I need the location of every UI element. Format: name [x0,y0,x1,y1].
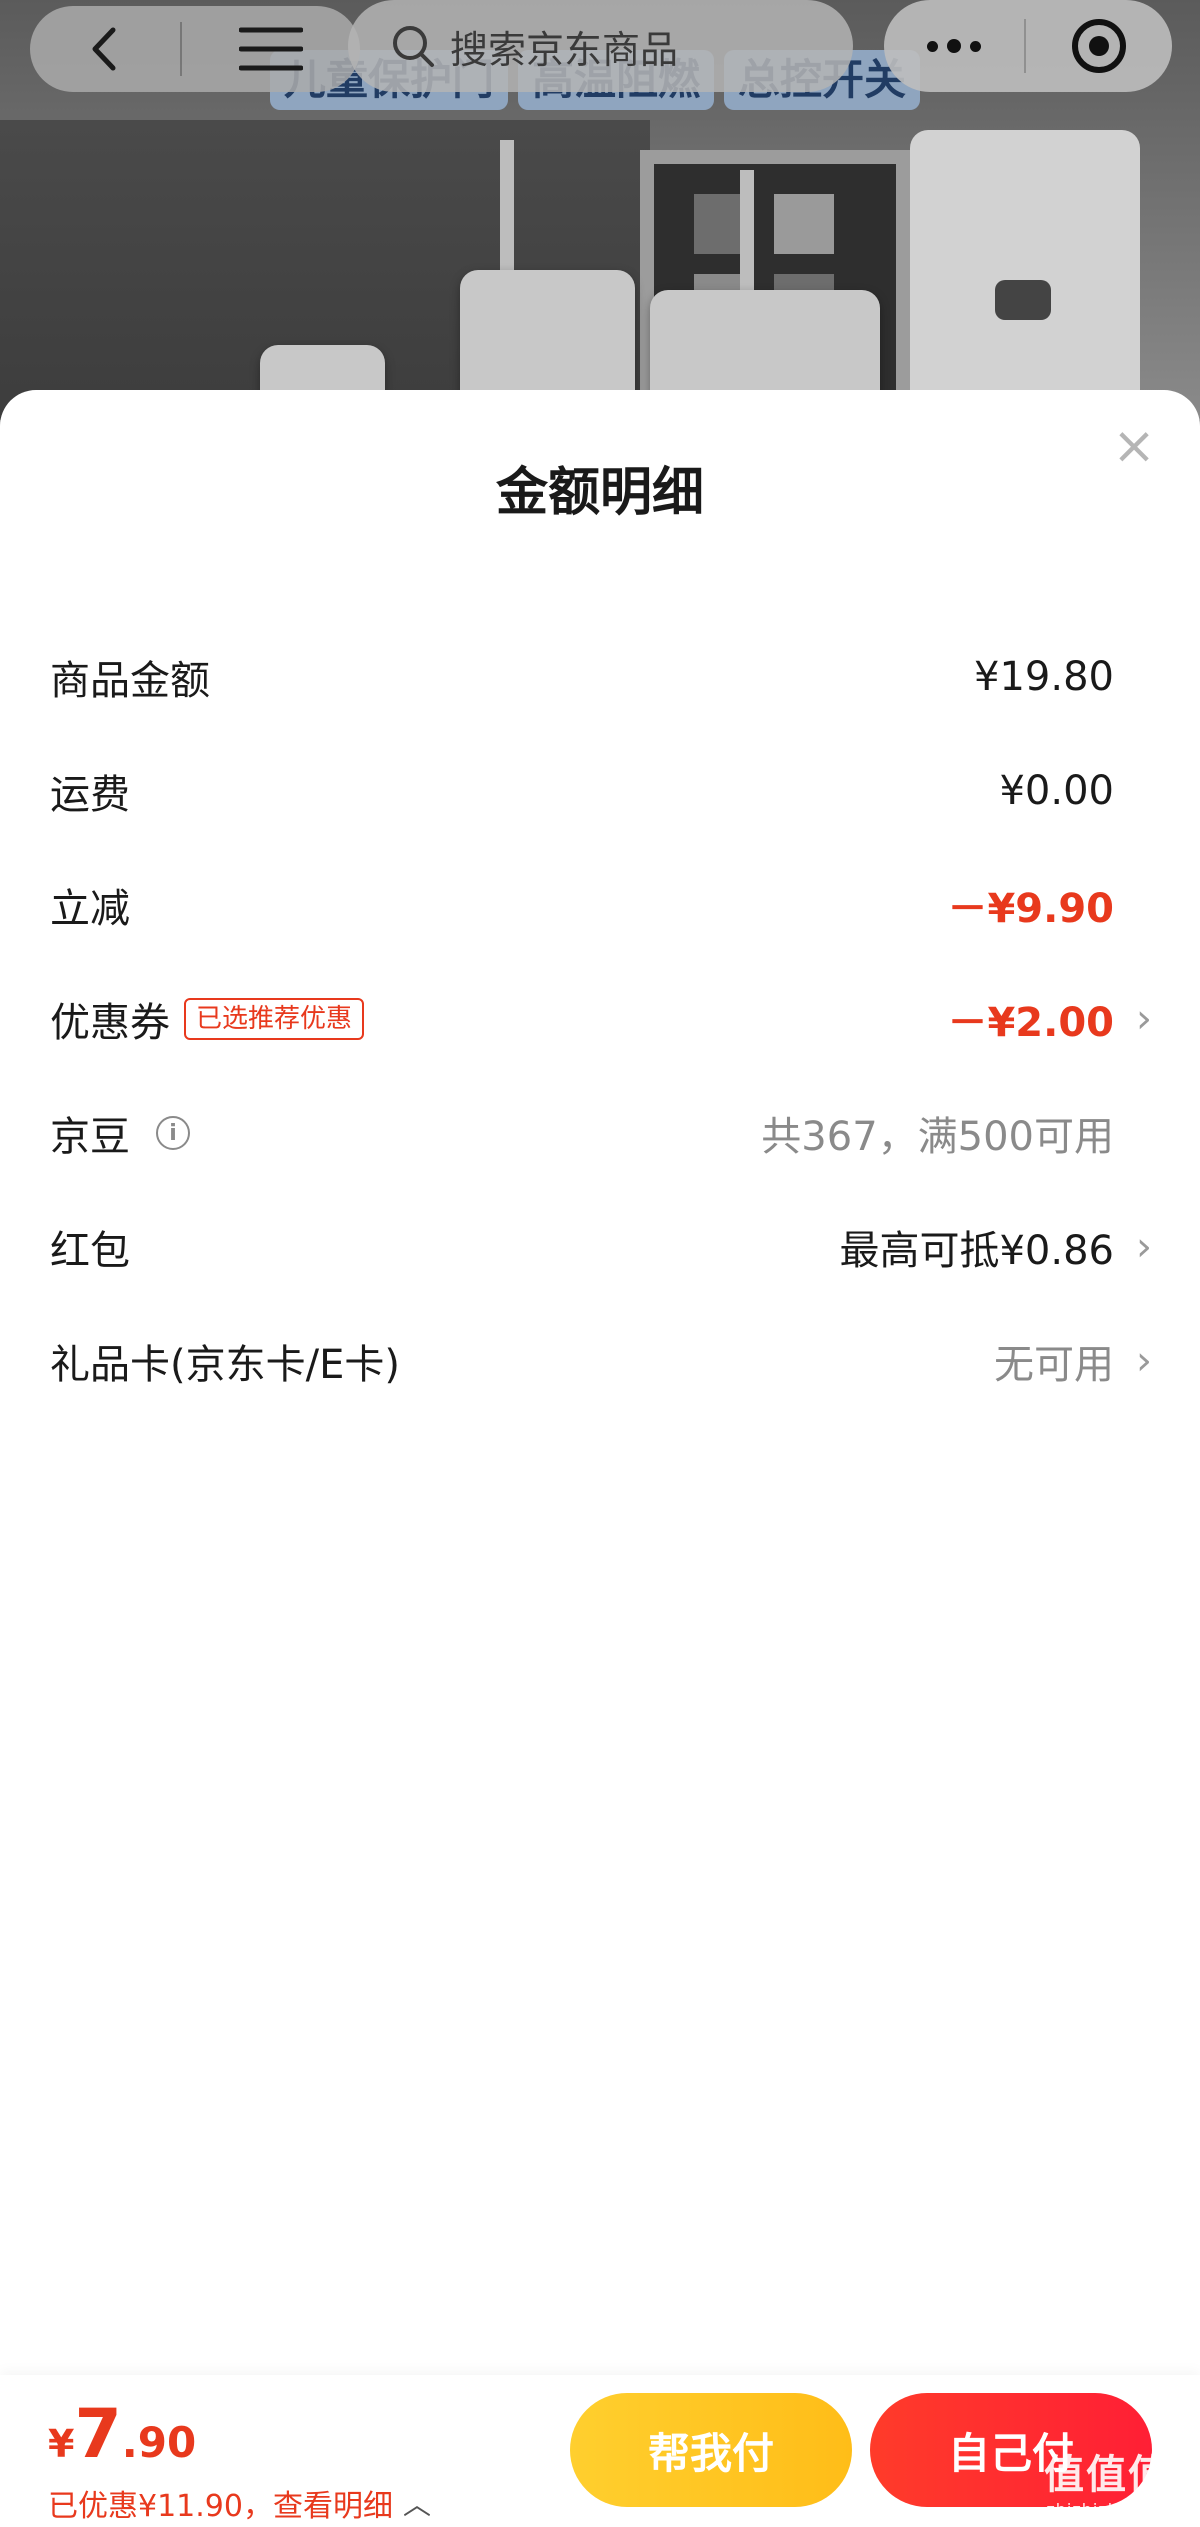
watermark-text: 值值值 [1044,2451,1170,2498]
chevron-right-icon: › [1136,1338,1152,1384]
row-label: 红包 [50,1228,130,1274]
watermark-logo: 值值值 zhizhizhi.com [1032,2434,1182,2526]
row-jingdou: 京豆 i 共367，满500可用 [0,1076,1200,1190]
saved-text: 已优惠¥11.90，查看明细 [48,2489,393,2524]
search-bar[interactable]: 搜索京东商品 [348,0,853,92]
row-label: 运费 [50,772,130,818]
more-button[interactable] [884,39,1024,53]
row-label: 立减 [50,886,130,932]
row-value: －¥2.00 [947,1000,1114,1046]
row-goods-amount: 商品金额 ¥19.80 [0,620,1200,734]
row-value: 共367，满500可用 [761,1114,1114,1160]
row-red-packet[interactable]: 红包 最高可抵¥0.86 › [0,1190,1200,1304]
price-decimal: .90 [121,2418,197,2467]
close-mini-program-button[interactable] [1026,16,1172,76]
row-value: 最高可抵¥0.86 [839,1228,1114,1274]
row-label: 商品金额 [50,658,210,704]
chevron-left-icon [92,27,116,71]
amount-detail-sheet: × 金额明细 商品金额 ¥19.80 运费 ¥0.00 立减 －¥9.90 优惠… [0,390,1200,2527]
info-icon[interactable]: i [156,1116,190,1150]
chevron-right-icon: › [1136,996,1152,1042]
search-placeholder: 搜索京东商品 [450,27,679,72]
checkout-bar: ¥ 7 .90 已优惠¥11.90，查看明细 ︿ 帮我付 自己付 [0,2375,1200,2527]
target-circle-icon [1072,19,1126,73]
chevron-up-icon: ︿ [402,2488,431,2521]
total-price: ¥ 7 .90 [48,2395,196,2474]
power-strip-image [910,130,1140,420]
row-label-group: 优惠券 已选推荐优惠 [50,990,365,1048]
row-label-group: 京豆 i [50,1104,190,1162]
row-label: 礼品卡(京东卡/E卡) [50,1342,400,1388]
back-button[interactable] [30,6,180,92]
hamburger-menu-icon [239,27,303,71]
row-coupon[interactable]: 优惠券 已选推荐优惠 －¥2.00 › [0,962,1200,1076]
currency-symbol: ¥ [48,2422,75,2466]
sheet-title: 金额明细 [495,463,704,523]
menu-button[interactable] [182,6,360,92]
more-dots-icon [927,40,938,52]
amount-rows: 商品金额 ¥19.80 运费 ¥0.00 立减 －¥9.90 优惠券 已选推荐优… [0,620,1200,1418]
row-value: ¥0.00 [999,768,1114,814]
price-integer: 7 [74,2395,122,2474]
mini-program-capsule [884,0,1172,92]
row-value: －¥9.90 [947,886,1114,932]
row-label: 优惠券 [50,1000,170,1046]
help-me-pay-button[interactable]: 帮我付 [570,2393,852,2507]
recommended-tag: 已选推荐优惠 [184,998,365,1040]
row-instant-discount: 立减 －¥9.90 [0,848,1200,962]
row-shipping: 运费 ¥0.00 [0,734,1200,848]
row-value: 无可用 [994,1342,1114,1388]
page: 儿童保护门 高温阻燃 总控开关 搜索京东商品 [0,0,1200,2527]
search-icon [393,26,434,67]
nav-left-capsule [30,6,360,92]
view-detail-link[interactable]: 已优惠¥11.90，查看明细 ︿ [48,2481,431,2525]
watermark-url: zhizhizhi.com [1046,2499,1168,2519]
chevron-right-icon: › [1136,1224,1152,1270]
row-gift-card[interactable]: 礼品卡(京东卡/E卡) 无可用 › [0,1304,1200,1418]
row-label: 京豆 [50,1114,130,1160]
row-value: ¥19.80 [974,654,1114,700]
